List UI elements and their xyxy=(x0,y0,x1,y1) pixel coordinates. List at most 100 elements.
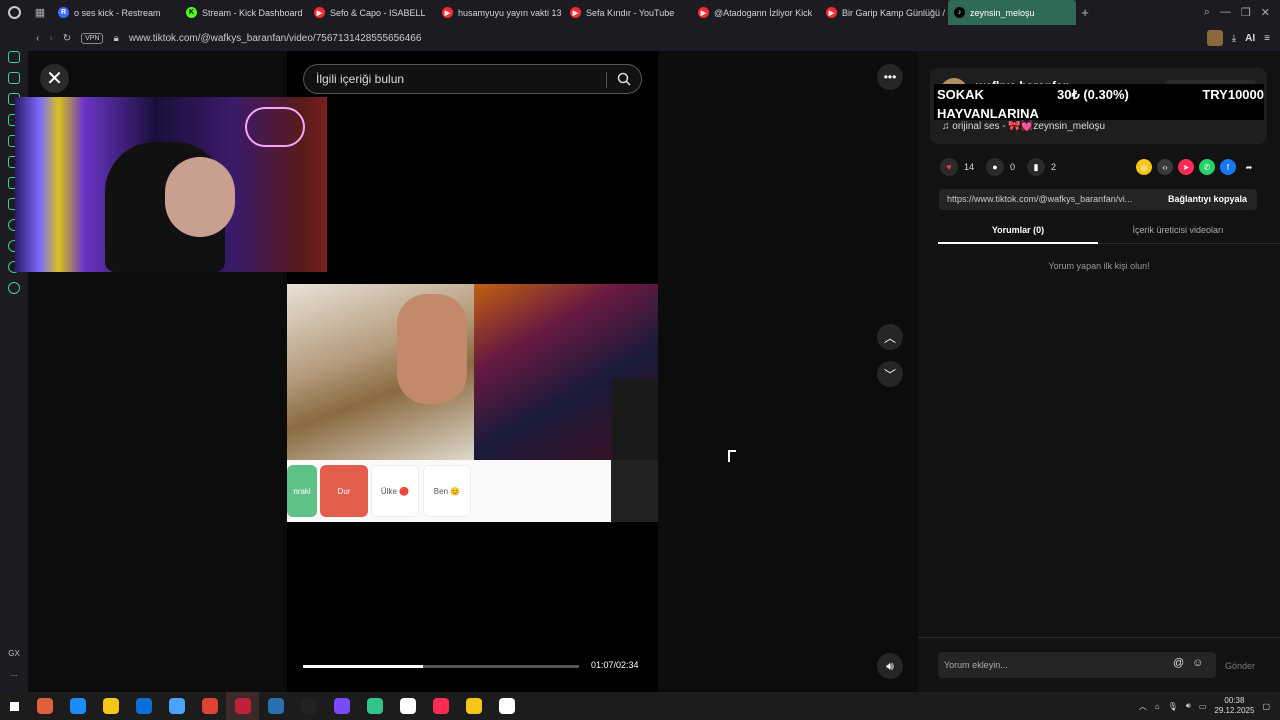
search-input[interactable]: İlgili içeriği bulun xyxy=(316,72,404,86)
gx-label[interactable]: GX xyxy=(0,644,28,664)
webcam-overlay xyxy=(15,97,327,272)
taskbar-app-icon[interactable] xyxy=(292,692,325,720)
windows-taskbar: ︿ ⌂ 🎙︎ 🔊︎ ▭ 00:38 29.12.2025 ▢ xyxy=(0,692,1280,720)
taskbar-app-icon[interactable] xyxy=(28,692,61,720)
taskbar-app-icon[interactable] xyxy=(490,692,523,720)
browser-tab[interactable]: ▶ Sefo & Capo - ISABELL xyxy=(308,0,436,25)
url-field[interactable]: www.tiktok.com/@wafkys_baranfan/video/75… xyxy=(129,33,422,44)
tab-label: Stream - Kick Dashboard xyxy=(202,7,303,18)
tab-comments[interactable]: Yorumlar (0) xyxy=(938,225,1098,235)
video-progress-bar[interactable] xyxy=(303,665,579,668)
youtube-favicon-icon: ▶ xyxy=(826,7,837,18)
reload-icon[interactable]: ↻ xyxy=(63,33,71,44)
restore-icon[interactable]: ❐ xyxy=(1241,6,1251,19)
new-tab-icon[interactable]: + xyxy=(1076,5,1094,20)
share-icon[interactable]: ➦ xyxy=(1241,159,1257,175)
vpn-badge[interactable]: VPN xyxy=(81,32,104,44)
browser-tab-active[interactable]: ♪ zeynsin_meloşu xyxy=(948,0,1076,25)
browser-tab[interactable]: Ro ses kick - Restream xyxy=(52,0,180,25)
forward-icon[interactable]: › xyxy=(49,33,52,44)
back-icon[interactable]: ‹ xyxy=(36,33,39,44)
taskbar-app-icon[interactable] xyxy=(61,692,94,720)
taskbar-app-icon[interactable] xyxy=(226,692,259,720)
mention-icon[interactable]: @ xyxy=(1173,657,1184,669)
taskbar-app-icon[interactable] xyxy=(457,692,490,720)
close-window-icon[interactable]: ✕ xyxy=(1261,6,1270,19)
tab-label: Sefo & Capo - ISABELL xyxy=(330,7,426,18)
repost-icon[interactable]: ◎ xyxy=(1136,159,1152,175)
more-options-button[interactable]: ••• xyxy=(877,64,903,90)
taskbar-app-icon[interactable] xyxy=(358,692,391,720)
tab-label: husamyuyu yayın vakti 13 xyxy=(458,7,562,18)
tab-creator-videos[interactable]: İçerik üreticisi videoları xyxy=(1098,225,1258,235)
like-count: 14 xyxy=(964,162,975,172)
previous-video-button[interactable]: ︿ xyxy=(877,324,903,350)
youtube-favicon-icon: ▶ xyxy=(314,7,325,18)
search-icon[interactable] xyxy=(617,72,631,86)
youtube-favicon-icon: ▶ xyxy=(442,7,453,18)
details-panel xyxy=(918,51,1280,692)
taskbar-app-icon[interactable] xyxy=(193,692,226,720)
embed-icon[interactable]: ‹› xyxy=(1157,159,1173,175)
close-video-button[interactable]: ✕ xyxy=(40,64,69,93)
music-info[interactable]: ♫ orijinal ses - 🎀💓zeynsin_meloşu xyxy=(942,121,1105,132)
taskbar-app-icon[interactable] xyxy=(259,692,292,720)
mic-icon[interactable]: 🎙︎ xyxy=(1168,702,1178,711)
heart-icon[interactable]: ♥ xyxy=(940,158,958,176)
empty-comments-message: Yorum yapan ilk kişi olun! xyxy=(1048,261,1150,271)
browser-tab[interactable]: K Stream - Kick Dashboard xyxy=(180,0,308,25)
ai-button[interactable]: AI xyxy=(1245,33,1255,44)
taskbar-app-icon[interactable] xyxy=(325,692,358,720)
taskbar-app-icon[interactable] xyxy=(424,692,457,720)
tab-overview-icon[interactable]: ▦ xyxy=(28,6,52,19)
taskbar-app-icon[interactable] xyxy=(160,692,193,720)
tab-label: @Atadogann İzliyor Kick xyxy=(714,7,813,18)
overlay-line1: SOKAK xyxy=(937,87,984,102)
lock-icon: 🔒︎ xyxy=(113,32,119,44)
send-button[interactable]: Gönder xyxy=(1225,661,1255,671)
browser-tab[interactable]: ▶ @Atadogann İzliyor Kick xyxy=(692,0,820,25)
extension-avatar-icon[interactable] xyxy=(1206,30,1223,46)
taskbar-app-icon[interactable] xyxy=(94,692,127,720)
settings-sidebar-icon[interactable] xyxy=(8,282,20,294)
minimize-icon[interactable]: — xyxy=(1220,6,1231,19)
related-search-box[interactable]: İlgili içeriği bulun xyxy=(303,64,642,94)
browser-tab[interactable]: ▶ Sefa Kındır - YouTube xyxy=(564,0,692,25)
bookmark-icon[interactable]: ▮ xyxy=(1027,158,1046,176)
volume-button[interactable]: 🔊︎ xyxy=(877,653,903,679)
search-icon[interactable]: ⌕ xyxy=(1204,6,1210,19)
stop-button: Dur xyxy=(320,465,368,517)
download-icon[interactable]: ⤓ xyxy=(1232,33,1236,44)
browser-tab[interactable]: ▶ Bir Garip Kamp Günlüğü / xyxy=(820,0,948,25)
whatsapp-icon[interactable]: ✆ xyxy=(1199,159,1215,175)
browser-tab[interactable]: ▶ husamyuyu yayın vakti 13 xyxy=(436,0,564,25)
clock[interactable]: 00:38 29.12.2025 xyxy=(1214,696,1254,716)
facebook-icon[interactable]: f xyxy=(1220,159,1236,175)
wifi-icon[interactable]: ▭ xyxy=(1199,702,1207,711)
taskbar-app-icon[interactable] xyxy=(391,692,424,720)
emoji-icon[interactable]: ☺ xyxy=(1192,657,1203,669)
comment-icon[interactable]: ● xyxy=(986,158,1005,176)
menu-icon[interactable]: ≡ xyxy=(1264,33,1270,44)
video-chat-panel xyxy=(611,460,658,522)
gx-sidebar-icon[interactable] xyxy=(8,72,20,84)
copy-link-button[interactable]: Bağlantıyı kopyala xyxy=(1168,194,1247,204)
ai-sidebar-icon[interactable] xyxy=(8,51,20,63)
tiktok-favicon-icon: ♪ xyxy=(954,7,965,18)
network-icon[interactable]: ⌂ xyxy=(1155,702,1160,711)
volume-icon[interactable]: 🔊︎ xyxy=(1186,701,1191,711)
mouse-cursor-icon xyxy=(728,450,736,462)
browser-logo-icon[interactable] xyxy=(0,0,28,25)
taskbar-app-icon[interactable] xyxy=(127,692,160,720)
send-to-friends-icon[interactable]: ➤ xyxy=(1178,159,1194,175)
kick-favicon-icon: K xyxy=(186,7,197,18)
video-frame[interactable]: nraki Dur Ülke 🔴 Ben 😊 xyxy=(287,284,658,522)
start-icon[interactable] xyxy=(0,700,28,712)
video-link[interactable]: https://www.tiktok.com/@wafkys_baranfan/… xyxy=(947,194,1132,204)
next-video-button[interactable]: ﹀ xyxy=(877,361,903,387)
more-sidebar-icon[interactable]: ... xyxy=(0,664,28,684)
video-time: 01:07/02:34 xyxy=(591,660,639,670)
tray-chevron-icon[interactable]: ︿ xyxy=(1139,701,1147,712)
progress-fill xyxy=(303,665,423,668)
notification-icon[interactable]: ▢ xyxy=(1262,702,1270,711)
